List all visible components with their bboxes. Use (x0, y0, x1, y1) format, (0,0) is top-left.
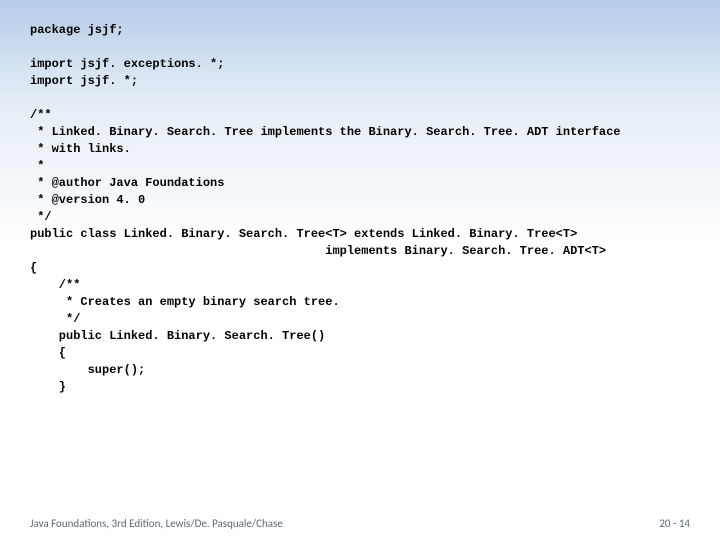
code-line: package jsjf; (30, 23, 124, 37)
footer-source: Java Foundations, 3rd Edition, Lewis/De.… (30, 517, 283, 530)
code-line: * Linked. Binary. Search. Tree implement… (30, 125, 621, 139)
code-block: package jsjf; import jsjf. exceptions. *… (30, 22, 690, 396)
code-line: { (30, 346, 66, 360)
code-line: * with links. (30, 142, 131, 156)
code-line: */ (30, 210, 52, 224)
code-line: */ (30, 312, 80, 326)
code-line: * @author Java Foundations (30, 176, 224, 190)
code-line: public Linked. Binary. Search. Tree() (30, 329, 325, 343)
code-line: import jsjf. exceptions. *; (30, 57, 224, 71)
code-line: * (30, 159, 44, 173)
code-line: * Creates an empty binary search tree. (30, 295, 340, 309)
code-line: implements Binary. Search. Tree. ADT<T> (30, 244, 606, 258)
code-line: import jsjf. *; (30, 74, 138, 88)
code-line: } (30, 380, 66, 394)
slide: package jsjf; import jsjf. exceptions. *… (0, 0, 720, 540)
page-number: 20 - 14 (659, 517, 690, 530)
code-line: super(); (30, 363, 145, 377)
code-line: /** (30, 108, 52, 122)
code-line: { (30, 261, 37, 275)
code-line: /** (30, 278, 80, 292)
code-line: public class Linked. Binary. Search. Tre… (30, 227, 577, 241)
footer: Java Foundations, 3rd Edition, Lewis/De.… (30, 517, 690, 530)
code-line: * @version 4. 0 (30, 193, 145, 207)
